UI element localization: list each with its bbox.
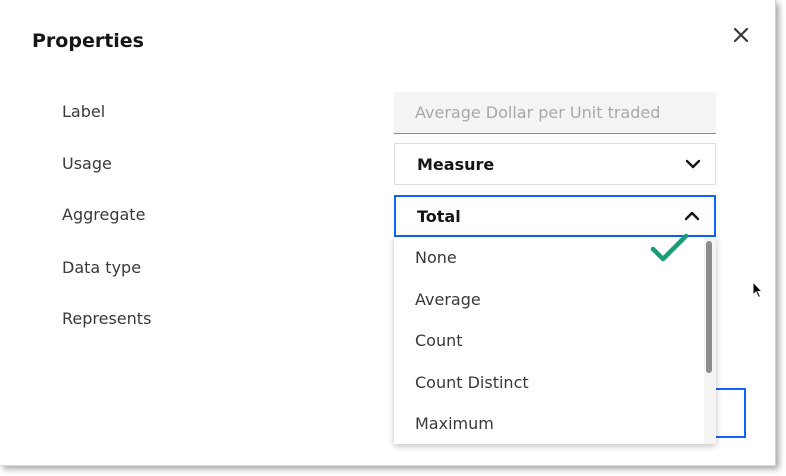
- properties-dialog: Properties Label Usage Aggregate Data ty…: [0, 0, 776, 466]
- represents-field-label: Represents: [62, 309, 152, 328]
- close-icon: [733, 27, 749, 43]
- aggregate-field-label: Aggregate: [62, 205, 146, 224]
- chevron-down-icon: [685, 159, 701, 169]
- label-field-label: Label: [62, 102, 106, 121]
- usage-select[interactable]: Measure: [394, 143, 716, 185]
- dialog-title: Properties: [32, 30, 144, 52]
- dropdown-scrollbar-thumb[interactable]: [706, 241, 712, 373]
- aggregate-option-count-distinct[interactable]: Count Distinct: [394, 362, 716, 404]
- usage-field-label: Usage: [62, 154, 112, 173]
- label-input[interactable]: [394, 92, 716, 134]
- aggregate-select-value: Total: [417, 206, 461, 226]
- usage-select-value: Measure: [417, 154, 495, 174]
- aggregate-option-maximum[interactable]: Maximum: [394, 403, 716, 444]
- aggregate-select[interactable]: Total: [394, 195, 716, 237]
- chevron-up-icon: [684, 211, 700, 221]
- close-button[interactable]: [728, 22, 754, 48]
- aggregate-option-count[interactable]: Count: [394, 320, 716, 362]
- mouse-pointer-icon: [752, 281, 763, 299]
- aggregate-dropdown-list: None Average Count Count Distinct Maximu…: [394, 237, 716, 444]
- dropdown-scrollbar[interactable]: [704, 237, 716, 444]
- checkmark-icon: [650, 233, 689, 262]
- aggregate-option-average[interactable]: Average: [394, 279, 716, 321]
- data-type-field-label: Data type: [62, 258, 142, 277]
